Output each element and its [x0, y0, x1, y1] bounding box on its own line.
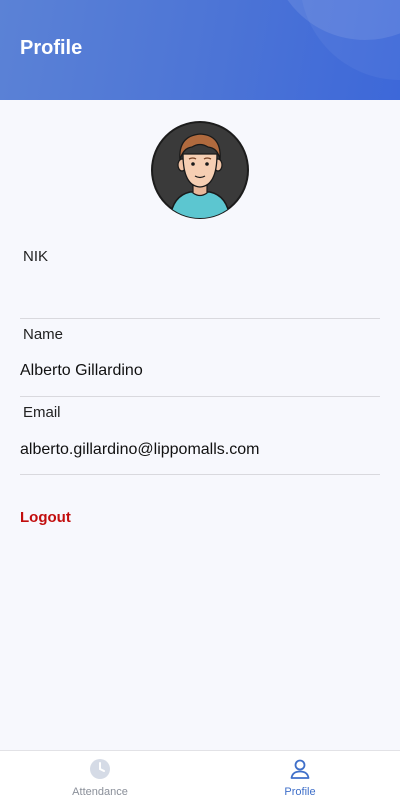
- clock-icon: [90, 759, 110, 779]
- name-label: Name: [23, 326, 64, 343]
- bottom-nav: Attendance Profile: [0, 750, 400, 800]
- nav-label-profile: Profile: [284, 786, 316, 798]
- nik-divider: [20, 318, 380, 319]
- nav-item-profile[interactable]: Profile: [200, 751, 400, 800]
- app-bar: Profile: [0, 0, 400, 100]
- name-divider: [20, 396, 380, 397]
- nik-label: NIK: [23, 248, 49, 265]
- nav-item-attendance[interactable]: Attendance: [0, 751, 200, 800]
- email-label: Email: [23, 404, 61, 421]
- name-value: Alberto Gillardino: [20, 362, 143, 379]
- email-divider: [20, 474, 380, 475]
- avatar: [151, 121, 249, 219]
- person-icon: [290, 759, 310, 779]
- profile-content: NIK Name Alberto Gillardino Email albert…: [0, 100, 400, 750]
- nav-label-attendance: Attendance: [72, 786, 128, 798]
- page-title: Profile: [20, 37, 83, 59]
- email-value: alberto.gillardino@lippomalls.com: [20, 441, 260, 458]
- header-decoration-2: [300, 0, 400, 80]
- logout-button[interactable]: Logout: [20, 509, 71, 526]
